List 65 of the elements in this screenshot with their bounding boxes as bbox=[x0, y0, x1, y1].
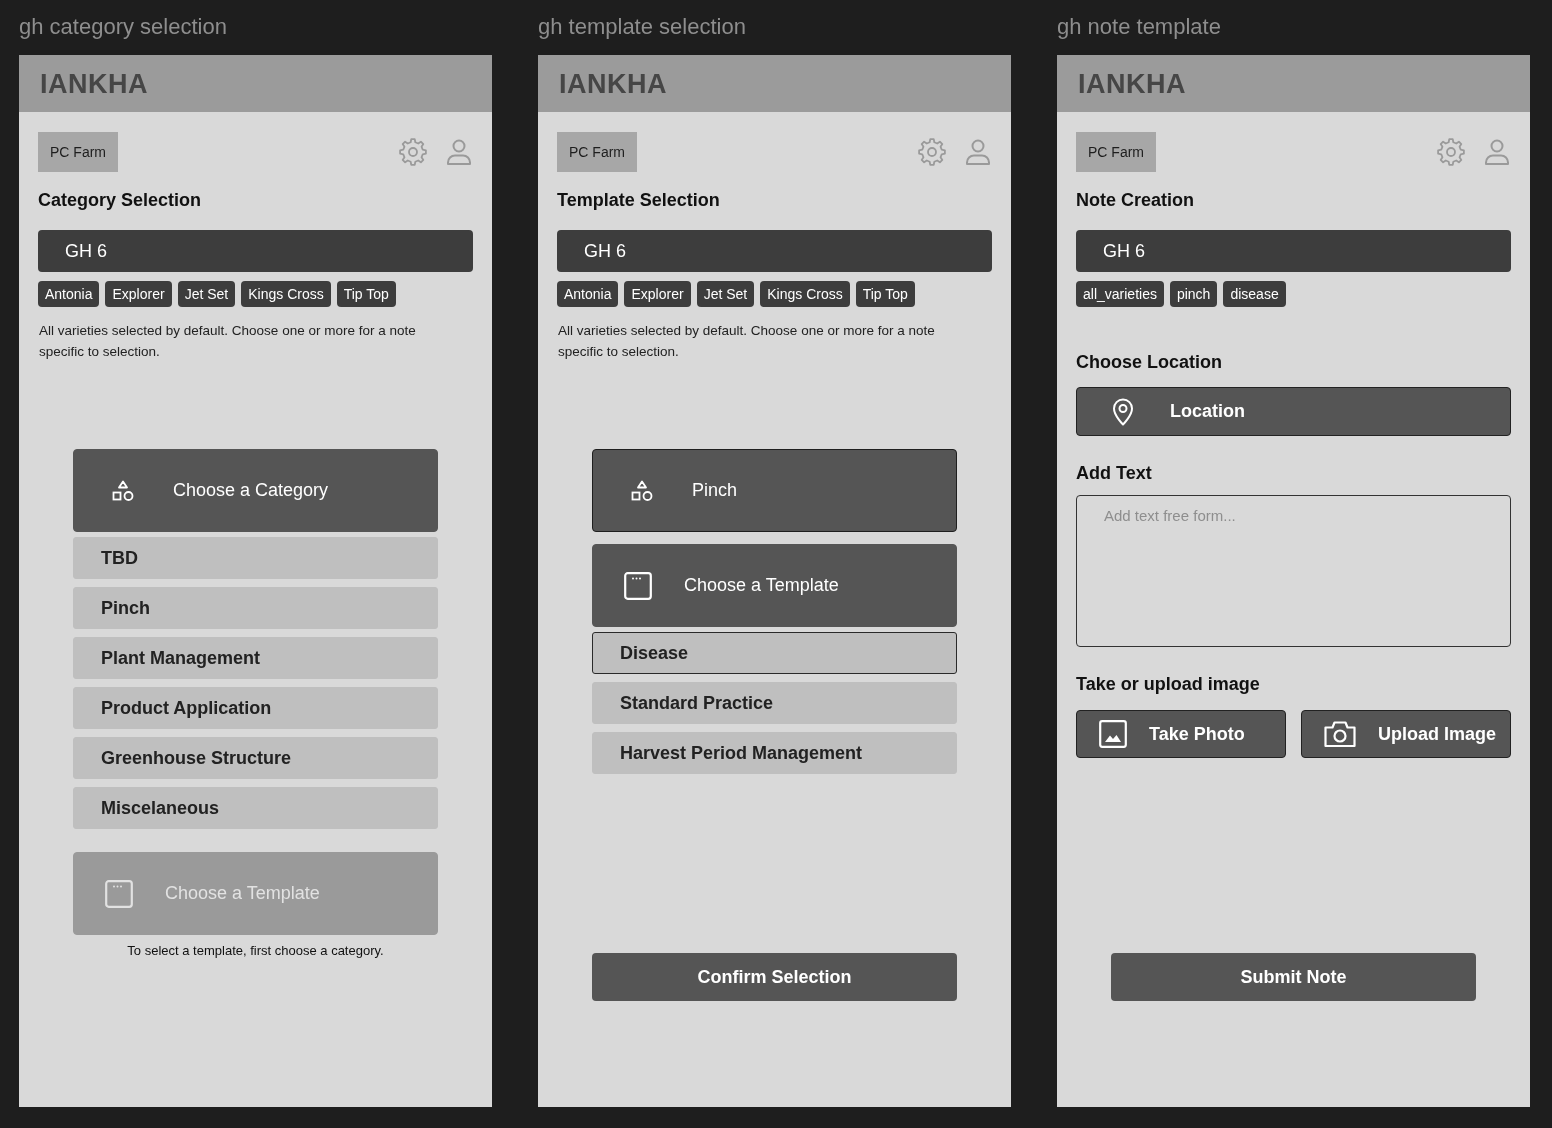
frame-title: gh category selection bbox=[19, 13, 227, 41]
farm-button[interactable]: PC Farm bbox=[38, 132, 118, 172]
category-dropdown[interactable]: Pinch bbox=[592, 449, 957, 532]
variety-tag[interactable]: Kings Cross bbox=[241, 281, 331, 307]
help-text: All varieties selected by default. Choose one or more for a note specific to selection. bbox=[557, 322, 936, 361]
location-button[interactable]: Location bbox=[1076, 387, 1511, 436]
shapes-icon bbox=[112, 479, 134, 502]
variety-tag[interactable]: all_varieties bbox=[1076, 281, 1164, 307]
section-heading: Add Text bbox=[1076, 462, 1153, 485]
help-text: All varieties selected by default. Choose one or more for a note specific to selection. bbox=[38, 322, 417, 361]
variety-tag[interactable]: disease bbox=[1223, 281, 1286, 307]
dropdown-option[interactable]: Greenhouse Structure bbox=[73, 737, 438, 779]
dropdown-option[interactable]: Product Application bbox=[73, 687, 438, 729]
template-dropdown[interactable]: Choose a Template bbox=[592, 544, 957, 627]
screen-title: Template Selection bbox=[557, 189, 721, 212]
variety-tag[interactable]: pinch bbox=[1169, 281, 1218, 307]
upload-image-button[interactable]: Upload Image bbox=[1301, 710, 1511, 758]
app-logo: IANKHA bbox=[1078, 68, 1186, 99]
user-icon[interactable] bbox=[1483, 138, 1511, 166]
farm-button[interactable]: PC Farm bbox=[557, 132, 637, 172]
farm-button[interactable]: PC Farm bbox=[1076, 132, 1156, 172]
map-pin-icon bbox=[1112, 397, 1134, 426]
dropdown-option[interactable]: Disease bbox=[592, 632, 957, 674]
frame-title: gh note template bbox=[1057, 13, 1221, 41]
app-logo: IANKHA bbox=[40, 68, 148, 99]
section-heading: Choose Location bbox=[1076, 351, 1223, 374]
variety-tag[interactable]: Tip Top bbox=[336, 281, 396, 307]
screen-title: Category Selection bbox=[38, 189, 203, 212]
variety-tag[interactable]: Tip Top bbox=[855, 281, 915, 307]
variety-tag[interactable]: Kings Cross bbox=[760, 281, 850, 307]
window-icon bbox=[624, 571, 652, 600]
take-photo-button[interactable]: Take Photo bbox=[1076, 710, 1286, 758]
dropdown-option[interactable]: Standard Practice bbox=[592, 682, 957, 724]
user-icon[interactable] bbox=[964, 138, 992, 166]
settings-icon[interactable] bbox=[399, 138, 427, 166]
dropdown-option[interactable]: Harvest Period Management bbox=[592, 732, 957, 774]
image-icon bbox=[1099, 720, 1127, 748]
category-dropdown[interactable]: Choose a Category bbox=[73, 449, 438, 532]
variety-tag[interactable]: Jet Set bbox=[696, 281, 755, 307]
camera-icon bbox=[1324, 720, 1356, 748]
variety-tag[interactable]: Explorer bbox=[105, 281, 172, 307]
primary-button[interactable]: Confirm Selection bbox=[592, 953, 957, 1001]
dropdown-option[interactable]: TBD bbox=[73, 537, 438, 579]
dropdown-option[interactable]: Plant Management bbox=[73, 637, 438, 679]
dropdown-option[interactable]: Pinch bbox=[73, 587, 438, 629]
shapes-icon bbox=[631, 479, 653, 502]
variety-tag[interactable]: Antonia bbox=[557, 281, 619, 307]
window-icon bbox=[105, 879, 133, 908]
section-heading: Take or upload image bbox=[1076, 673, 1261, 696]
note-text-field[interactable]: Add text free form... bbox=[1076, 495, 1511, 647]
settings-icon[interactable] bbox=[918, 138, 946, 166]
variety-tag[interactable]: Explorer bbox=[624, 281, 691, 307]
settings-icon[interactable] bbox=[1437, 138, 1465, 166]
greenhouse-bar[interactable]: GH 6 bbox=[557, 230, 992, 272]
primary-button[interactable]: Submit Note bbox=[1111, 953, 1476, 1001]
user-icon[interactable] bbox=[445, 138, 473, 166]
frame-title: gh template selection bbox=[538, 13, 746, 41]
variety-tag[interactable]: Antonia bbox=[38, 281, 100, 307]
screen-title: Note Creation bbox=[1076, 189, 1195, 212]
dropdown-option[interactable]: Miscelaneous bbox=[73, 787, 438, 829]
variety-tag[interactable]: Jet Set bbox=[177, 281, 236, 307]
greenhouse-bar[interactable]: GH 6 bbox=[1076, 230, 1511, 272]
app-logo: IANKHA bbox=[559, 68, 667, 99]
greenhouse-bar[interactable]: GH 6 bbox=[38, 230, 473, 272]
hint-text: To select a template, first choose a category. bbox=[126, 942, 385, 960]
